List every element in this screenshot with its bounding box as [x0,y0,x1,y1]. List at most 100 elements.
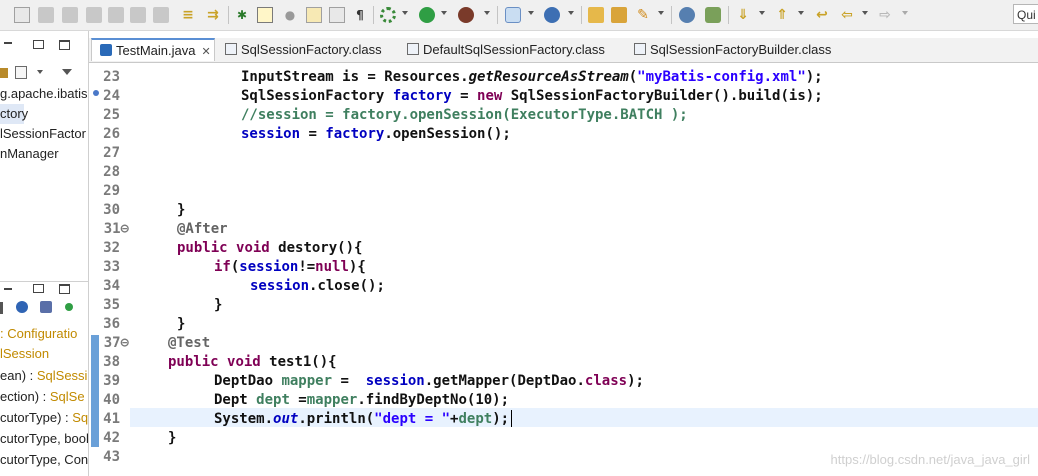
outline-maximize-icon[interactable] [59,284,70,294]
restore-view-icon[interactable] [33,40,44,49]
open-type-icon[interactable] [588,7,604,23]
package-tree-item-selected[interactable]: ctory [0,104,28,124]
package-tree-item[interactable]: g.apache.ibatis [0,84,87,104]
pin-editor-icon[interactable] [705,7,721,23]
toolbar-separator [497,6,498,24]
drop-to-frame-icon[interactable]: ⇉ [205,7,221,23]
outline-item[interactable]: lSession [0,344,49,364]
toggle-breakpoint-icon[interactable]: ● [282,7,298,23]
override-indicator-icon[interactable] [93,90,99,96]
toggle-mark-occurrences-icon[interactable] [257,7,273,23]
line-number: 42 [103,430,120,446]
line-number: 29 [103,183,120,199]
open-task-icon[interactable] [611,7,627,23]
debug-icon[interactable] [380,7,396,23]
code-editor[interactable]: InputStream is = Resources.getResourceAs… [130,63,1038,476]
search-dropdown-icon[interactable] [658,11,664,15]
code-line: @After [177,221,228,237]
code-line: if(session!=null){ [214,259,366,275]
close-tab-icon[interactable]: ✕ [201,46,210,58]
tab-sqlsessionfactorybuilder-class[interactable]: SqlSessionFactoryBuilder.class [634,38,831,62]
code-line: } [214,297,223,313]
resume-icon[interactable] [38,7,54,23]
back-dropdown-icon[interactable] [862,11,868,15]
debug-dropdown-icon[interactable] [402,11,408,15]
next-annotation-icon[interactable]: ⇓ [735,7,751,23]
outline-toolbar-icon[interactable] [0,302,3,314]
focus-on-active-task-icon[interactable] [15,66,27,79]
step-return-icon[interactable]: ≡ [180,7,196,23]
code-line: } [177,316,186,332]
new-package-dropdown-icon[interactable] [568,11,574,15]
run-icon[interactable] [419,7,435,23]
line-number: 34 [103,278,120,294]
toolbar-separator [671,6,672,24]
editor-tab-bar: TestMain.java ✕ SqlSessionFactory.class D… [89,38,1038,63]
outline-item[interactable]: cutorType, bool [0,429,88,449]
tab-label: SqlSessionFactoryBuilder.class [650,42,832,57]
run-external-icon[interactable] [458,7,474,23]
new-package-icon[interactable] [544,7,560,23]
skip-breakpoints-icon[interactable] [14,7,30,23]
quick-access-field[interactable]: Qui [1013,4,1038,24]
outline-restore-icon[interactable] [33,284,44,293]
line-number: 41 [103,411,120,427]
tab-label: DefaultSqlSessionFactory.class [423,42,605,57]
hide-non-public-icon[interactable] [65,303,73,311]
outline-item-type: SqlSe [49,389,85,404]
forward-dropdown-icon[interactable] [902,11,908,15]
line-number: 27 [103,145,120,161]
outline-item[interactable]: ection) : SqlSe [0,387,85,407]
new-java-project-icon[interactable] [505,7,521,23]
line-number: 23 [103,69,120,85]
suspend-icon[interactable] [62,7,78,23]
link-with-editor-icon[interactable] [0,68,8,78]
previous-annotation-dropdown-icon[interactable] [798,11,804,15]
line-number: 32 [103,240,120,256]
back-icon[interactable]: ⇦ [839,7,855,23]
last-edit-location-icon[interactable]: ↩ [814,7,830,23]
hide-fields-icon[interactable] [16,301,28,313]
use-step-filters-icon[interactable]: ✱ [234,7,250,23]
next-annotation-dropdown-icon[interactable] [759,11,765,15]
step-into-icon[interactable] [130,7,146,23]
code-line: session = factory.openSession(); [241,126,511,142]
tab-sqlsessionfactory-class[interactable]: SqlSessionFactory.class [225,38,382,62]
step-over-icon[interactable] [153,7,169,23]
view-menu-dropdown-icon[interactable] [37,70,43,74]
terminate-icon[interactable] [86,7,102,23]
outline-item[interactable]: : Configuratio [0,324,77,344]
run-external-dropdown-icon[interactable] [484,11,490,15]
line-number: 24 [103,88,120,104]
hide-static-icon[interactable] [40,301,52,313]
tab-testmain-java[interactable]: TestMain.java ✕ [91,38,215,61]
outline-item-label: lSession [0,346,50,361]
package-tree-item[interactable]: lSessionFactor [0,124,86,144]
code-line: @Test [168,335,211,351]
previous-annotation-icon[interactable]: ⇑ [774,7,790,23]
outline-item[interactable]: cutorType) : Sql [0,408,88,428]
disconnect-icon[interactable] [108,7,124,23]
search-icon[interactable]: ✎ [635,7,651,23]
package-tree-item[interactable]: nManager [0,144,59,164]
outline-item[interactable]: cutorType, Conr [0,450,88,470]
outline-minimize-icon[interactable] [4,288,12,290]
run-dropdown-icon[interactable] [441,11,447,15]
maximize-view-icon[interactable] [59,40,70,50]
toolbar-separator [728,6,729,24]
show-whitespace-icon[interactable] [306,7,322,23]
line-number: 38 [103,354,120,370]
tab-defaultsqlsessionfactory-class[interactable]: DefaultSqlSessionFactory.class [407,38,605,62]
outline-item[interactable]: ean) : SqlSessi [0,366,87,386]
forward-icon[interactable]: ⇨ [877,7,893,23]
web-browser-icon[interactable] [679,7,695,23]
outline-item-label: ection) : [0,389,50,404]
line-number: 25 [103,107,120,123]
line-number: 40 [103,392,120,408]
line-number: 31⊖ [103,221,129,237]
minimize-view-icon[interactable] [4,42,12,44]
new-dropdown-icon[interactable] [528,11,534,15]
view-menu-icon[interactable] [62,69,72,75]
pilcrow-icon[interactable]: ¶ [352,7,368,23]
block-selection-icon[interactable] [329,7,345,23]
